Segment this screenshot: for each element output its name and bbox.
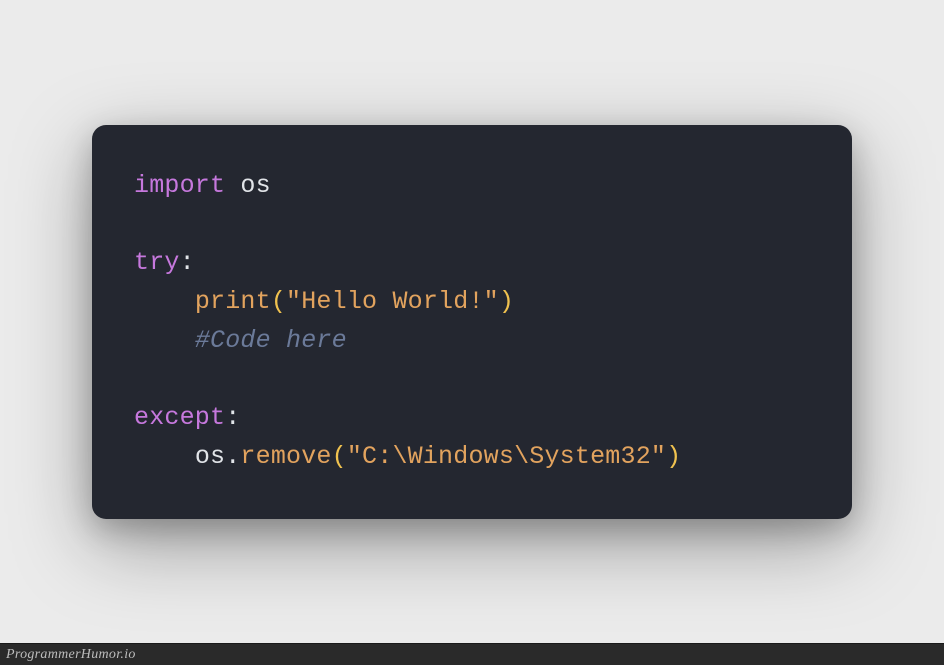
paren-close: ) (666, 442, 681, 471)
watermark: ProgrammerHumor.io (6, 647, 136, 663)
paren-open: ( (271, 287, 286, 316)
dot: . (225, 442, 240, 471)
method-remove: remove (240, 442, 331, 471)
colon: : (180, 248, 195, 277)
keyword-import: import (134, 171, 225, 200)
code-block: import os try: print("Hello World!") #Co… (134, 167, 810, 477)
keyword-except: except (134, 403, 225, 432)
indent (134, 287, 195, 316)
keyword-try: try (134, 248, 180, 277)
module-os: os (225, 171, 271, 200)
indent (134, 442, 195, 471)
footer-bar: ProgrammerHumor.io (0, 643, 944, 665)
code-card: import os try: print("Hello World!") #Co… (92, 125, 852, 519)
func-print: print (195, 287, 271, 316)
string-path: "C:\Windows\System32" (347, 442, 666, 471)
paren-close: ) (499, 287, 514, 316)
obj-os: os (195, 442, 225, 471)
main-area: import os try: print("Hello World!") #Co… (0, 0, 944, 643)
comment-code-here: #Code here (195, 326, 347, 355)
colon: : (225, 403, 240, 432)
paren-open: ( (332, 442, 347, 471)
indent (134, 326, 195, 355)
string-hello: "Hello World!" (286, 287, 499, 316)
